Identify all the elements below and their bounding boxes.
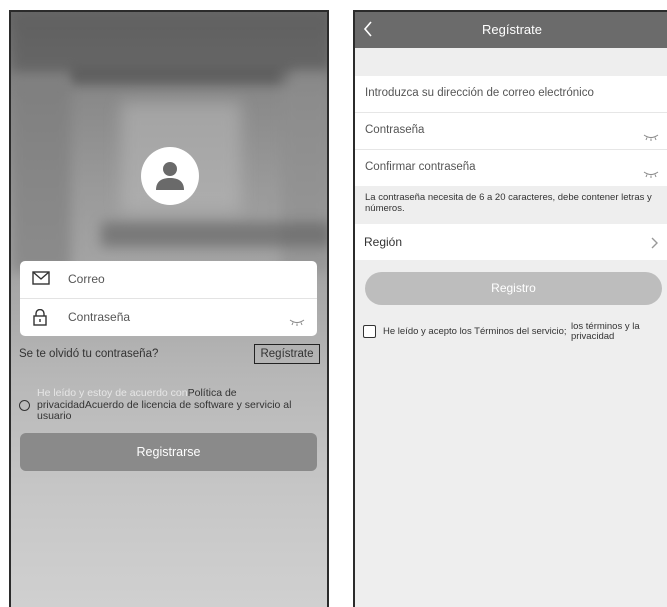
region-selector[interactable]: Región	[355, 224, 667, 260]
forgot-password-link[interactable]: Se te olvidó tu contraseña?	[19, 348, 158, 360]
terms-row: He leído y acepto los Términos del servi…	[363, 322, 663, 353]
background-blur	[101, 222, 327, 247]
confirm-password-input[interactable]: Confirmar contraseña	[355, 150, 667, 186]
email-input[interactable]: Introduzca su dirección de correo electr…	[355, 76, 667, 113]
region-label: Región	[364, 235, 403, 249]
agreement-radio[interactable]	[19, 400, 30, 411]
terms-checkbox[interactable]	[363, 325, 376, 338]
header-bar: Regístrate	[355, 12, 667, 48]
chevron-right-icon	[651, 236, 659, 254]
terms-privacy-link[interactable]: los términos y la privacidad	[571, 322, 663, 342]
user-avatar-icon	[141, 147, 199, 205]
terms-text: He leído y acepto los Términos del servi…	[383, 326, 567, 337]
password-placeholder: Contraseña	[68, 310, 131, 324]
lock-icon	[32, 308, 48, 331]
background-blur	[71, 67, 291, 85]
email-placeholder: Correo	[68, 272, 105, 286]
password-placeholder: Contraseña	[365, 124, 425, 136]
eye-closed-icon[interactable]	[643, 165, 659, 183]
agreement-text: He leído y estoy de acuerdo conPolítica …	[37, 387, 319, 423]
password-field[interactable]: Contraseña	[20, 299, 317, 336]
envelope-icon	[32, 271, 50, 290]
login-form: Correo Contraseña	[20, 261, 317, 336]
confirm-password-placeholder: Confirmar contraseña	[365, 161, 476, 173]
submit-registration-button[interactable]: Registro	[365, 272, 662, 305]
register-screen: Regístrate Introduzca su dirección de co…	[353, 10, 667, 607]
register-button[interactable]: Registrarse	[20, 433, 317, 471]
eye-closed-icon[interactable]	[643, 128, 659, 146]
email-placeholder: Introduzca su dirección de correo electr…	[365, 87, 594, 99]
email-field[interactable]: Correo	[20, 261, 317, 299]
spacer	[355, 48, 667, 76]
login-screen: Correo Contraseña Se te olvidó tu contra…	[9, 10, 329, 607]
background-blur	[11, 82, 71, 272]
page-title: Regístrate	[482, 22, 542, 37]
background-blur	[11, 12, 327, 72]
agreement-prefix: He leído y estoy de acuerdo con	[37, 387, 188, 399]
password-hint: La contraseña necesita de 6 a 20 caracte…	[365, 192, 652, 214]
password-input[interactable]: Contraseña	[355, 113, 667, 150]
eye-closed-icon[interactable]	[289, 313, 305, 331]
register-link[interactable]: Regístrate	[254, 344, 320, 364]
